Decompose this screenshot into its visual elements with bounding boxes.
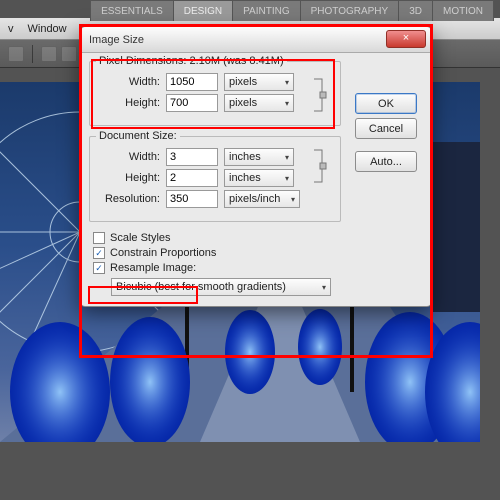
pixel-dimensions-group: Pixel Dimensions: 2.10M (was 8.41M) Widt… <box>89 61 341 126</box>
constrain-link-icon <box>312 74 330 115</box>
dialog-titlebar[interactable]: Image Size × <box>81 27 431 53</box>
tool-icon[interactable] <box>41 46 57 62</box>
auto-button[interactable]: Auto... <box>355 151 417 172</box>
dialog-title: Image Size <box>89 34 144 46</box>
scale-styles-label: Scale Styles <box>110 232 171 244</box>
ds-res-unit-select[interactable]: pixels/inch <box>224 190 300 208</box>
image-size-dialog: Image Size × OK Cancel Auto... Pixel Dim… <box>80 26 432 307</box>
resample-image-checkbox[interactable]: ✓ <box>93 262 105 274</box>
ws-tab-painting[interactable]: PAINTING <box>232 0 300 21</box>
ds-width-label: Width: <box>98 151 160 163</box>
workspace-tabs: ESSENTIALS DESIGN PAINTING PHOTOGRAPHY 3… <box>91 0 494 21</box>
pixel-dimensions-value: 2.10M (was 8.41M) <box>189 55 283 67</box>
ds-width-input[interactable] <box>166 148 218 166</box>
tool-icon[interactable] <box>8 46 24 62</box>
ds-res-input[interactable] <box>166 190 218 208</box>
constrain-proportions-label: Constrain Proportions <box>110 247 216 259</box>
resample-image-label: Resample Image: <box>110 262 196 274</box>
scale-styles-checkbox[interactable] <box>93 232 105 244</box>
constrain-proportions-checkbox[interactable]: ✓ <box>93 247 105 259</box>
ds-height-unit-select[interactable]: inches <box>224 169 294 187</box>
ws-tab-3d[interactable]: 3D <box>398 0 433 21</box>
pd-height-label: Height: <box>98 97 160 109</box>
ds-width-unit-select[interactable]: inches <box>224 148 294 166</box>
ds-res-label: Resolution: <box>98 193 160 205</box>
pixel-dimensions-label: Pixel Dimensions: <box>99 55 186 67</box>
document-size-label: Document Size: <box>99 130 177 142</box>
ds-height-label: Height: <box>98 172 160 184</box>
cancel-button[interactable]: Cancel <box>355 118 417 139</box>
menu-window[interactable]: Window <box>28 23 67 35</box>
close-button[interactable]: × <box>386 30 426 48</box>
pd-width-unit-select[interactable]: pixels <box>224 73 294 91</box>
pd-height-input[interactable] <box>166 94 218 112</box>
ws-tab-motion[interactable]: MOTION <box>432 0 494 21</box>
ws-tab-design[interactable]: DESIGN <box>173 0 233 21</box>
document-size-group: Document Size: Width: inches Height: inc… <box>89 136 341 222</box>
ws-tab-essentials[interactable]: ESSENTIALS <box>90 0 174 21</box>
tool-icon[interactable] <box>61 46 77 62</box>
pd-height-unit-select[interactable]: pixels <box>224 94 294 112</box>
ds-height-input[interactable] <box>166 169 218 187</box>
menubar-trunc: v <box>8 23 14 35</box>
pd-width-label: Width: <box>98 76 160 88</box>
ok-button[interactable]: OK <box>355 93 417 114</box>
ws-tab-photography[interactable]: PHOTOGRAPHY <box>300 0 400 21</box>
pd-width-input[interactable] <box>166 73 218 91</box>
constrain-link-icon <box>312 143 330 189</box>
resample-method-select[interactable]: Bicubic (best for smooth gradients) <box>111 278 331 296</box>
